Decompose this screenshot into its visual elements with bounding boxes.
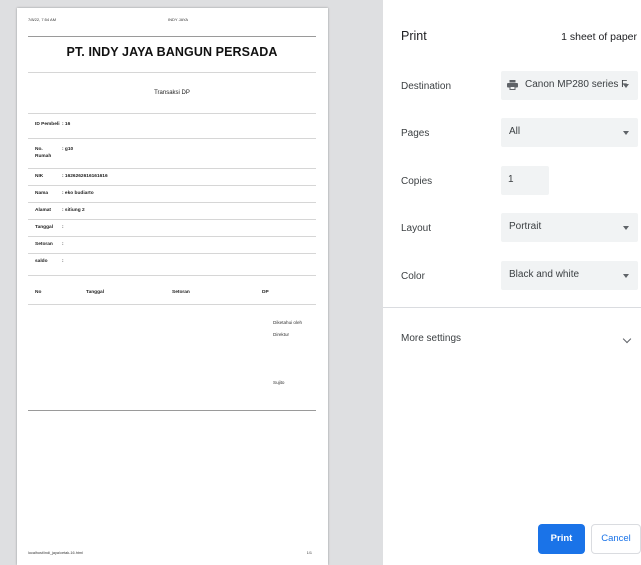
- layout-select[interactable]: Portrait: [501, 213, 638, 242]
- printer-icon: [507, 80, 518, 90]
- preview-page: 7/8/22, 7:54 AM INDY JAYA PT. INDY JAYA …: [17, 8, 328, 565]
- dropdown-arrow-icon: [623, 84, 629, 88]
- footer-page-number: 1/1: [306, 551, 312, 555]
- print-preview-area: 7/8/22, 7:54 AM INDY JAYA PT. INDY JAYA …: [0, 0, 383, 565]
- divider: [28, 113, 316, 114]
- destination-select[interactable]: Canon MP280 series F: [501, 71, 638, 100]
- company-name: PT. INDY JAYA BANGUN PERSADA: [66, 45, 278, 59]
- pages-label: Pages: [401, 128, 430, 139]
- field-label-no-rumah: No. Rumah: [35, 147, 52, 159]
- field-label-nama: Nama: [35, 191, 49, 196]
- pages-value: All: [509, 126, 521, 137]
- copies-label: Copies: [401, 176, 433, 187]
- document-title: Transaksi DP: [154, 90, 190, 96]
- footer-url: localhost/indi_jaya/cetak-16.html: [28, 551, 83, 555]
- field-value-setoran: :: [62, 242, 64, 247]
- field-value-nama: : eko budiarto: [62, 191, 94, 196]
- signature-known-by: Diketahui oleh: [273, 320, 303, 325]
- chevron-down-icon[interactable]: [622, 334, 632, 344]
- color-label: Color: [401, 271, 425, 282]
- cancel-button[interactable]: Cancel: [591, 524, 641, 554]
- table-header-no: No: [35, 290, 42, 295]
- table-header-dp: DP: [262, 290, 269, 295]
- dropdown-arrow-icon: [623, 131, 629, 135]
- copies-value: 1: [508, 174, 514, 185]
- divider: [28, 236, 316, 237]
- header-datetime: 7/8/22, 7:54 AM: [28, 17, 57, 22]
- color-select[interactable]: Black and white: [501, 261, 638, 290]
- table-header-setoran: Setoran: [172, 290, 190, 295]
- field-label-nik: NIK: [35, 174, 44, 179]
- color-value: Black and white: [509, 269, 580, 280]
- print-settings-panel: Print 1 sheet of paper Destination Canon…: [383, 0, 641, 565]
- field-value-id-pembeli: : 16: [62, 122, 71, 127]
- panel-divider: [383, 307, 641, 308]
- divider: [28, 36, 316, 37]
- sheet-count: 1 sheet of paper: [561, 31, 637, 43]
- signature-role: Direktur: [273, 332, 290, 337]
- pages-select[interactable]: All: [501, 118, 638, 147]
- destination-label: Destination: [401, 81, 452, 92]
- divider: [28, 138, 316, 139]
- header-title: INDY JAYA: [168, 17, 189, 22]
- divider: [28, 185, 316, 186]
- divider: [28, 219, 316, 220]
- divider: [28, 202, 316, 203]
- field-value-saldo: :: [62, 259, 64, 264]
- divider: [28, 72, 316, 73]
- divider: [28, 275, 316, 276]
- field-label-saldo: saldo: [35, 259, 48, 264]
- field-label-id-pembeli: ID Pembeli: [35, 122, 60, 127]
- table-header-tanggal: Tanggal: [86, 290, 105, 295]
- field-value-nik: : 1626262616161616: [62, 174, 108, 179]
- divider: [28, 253, 316, 254]
- layout-value: Portrait: [509, 221, 542, 232]
- field-value-tanggal: :: [62, 225, 64, 230]
- more-settings-toggle[interactable]: More settings: [401, 333, 461, 344]
- field-label-alamat: Alamat: [35, 208, 51, 213]
- copies-input[interactable]: 1: [501, 166, 549, 195]
- layout-label: Layout: [401, 223, 432, 234]
- signature-name: Sujito: [273, 380, 285, 385]
- dropdown-arrow-icon: [623, 274, 629, 278]
- divider: [28, 304, 316, 305]
- print-button[interactable]: Print: [538, 524, 585, 554]
- field-label-tanggal: Tanggal: [35, 225, 54, 230]
- divider: [28, 410, 316, 411]
- dropdown-arrow-icon: [623, 226, 629, 230]
- field-value-no-rumah: : g10: [62, 147, 74, 152]
- field-value-alamat: : sitiung 2: [62, 208, 85, 213]
- divider: [28, 168, 316, 169]
- field-label-setoran: Setoran: [35, 242, 53, 247]
- panel-title: Print: [401, 29, 427, 43]
- destination-value: Canon MP280 series F: [525, 79, 628, 90]
